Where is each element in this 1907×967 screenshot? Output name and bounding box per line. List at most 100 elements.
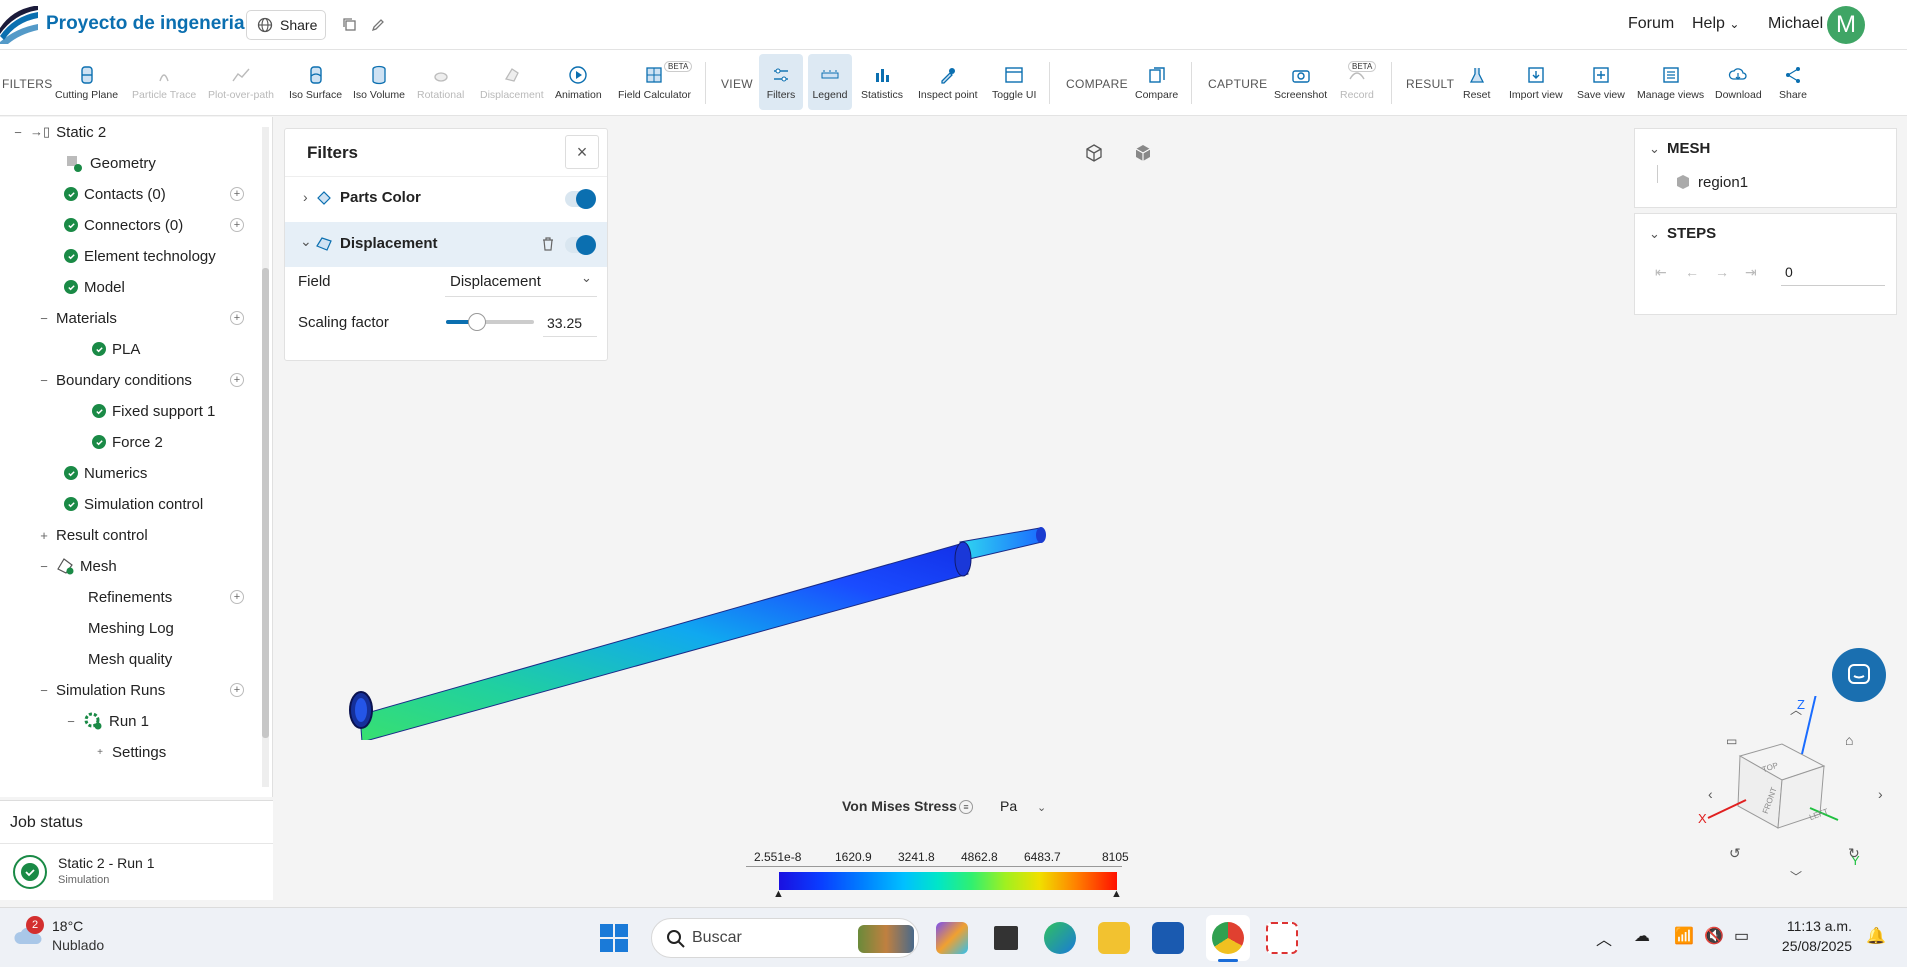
tree-item-contacts[interactable]: Contacts (0) bbox=[64, 179, 166, 209]
inspect-point-button[interactable]: Inspect point bbox=[918, 54, 978, 110]
add-contact-button[interactable]: + bbox=[230, 187, 244, 201]
share-result-button[interactable]: Share bbox=[1779, 54, 1807, 110]
next-step-icon[interactable]: → bbox=[1715, 264, 1729, 280]
help-menu[interactable]: Help ⌄ bbox=[1692, 15, 1739, 33]
manage-views-button[interactable]: Manage views bbox=[1637, 54, 1704, 110]
filters-button[interactable]: Filters bbox=[759, 54, 803, 110]
statistics-button[interactable]: Statistics bbox=[861, 54, 903, 110]
compare-button[interactable]: Compare bbox=[1135, 54, 1178, 110]
animation-button[interactable]: Animation bbox=[555, 54, 602, 110]
project-title[interactable]: Proyecto de ingeneria 1 bbox=[46, 13, 260, 35]
avatar[interactable]: M bbox=[1827, 6, 1865, 44]
tree-item-refinements[interactable]: Refinements bbox=[88, 582, 172, 612]
terminal-icon[interactable] bbox=[990, 922, 1022, 954]
share-button[interactable]: Share bbox=[246, 10, 326, 40]
wifi-icon[interactable]: 📶 bbox=[1674, 926, 1694, 946]
rotate-ccw-icon[interactable]: ↺ bbox=[1729, 845, 1741, 862]
step-input[interactable]: 0 bbox=[1781, 256, 1885, 286]
tree-item-materials[interactable]: − Materials bbox=[38, 303, 117, 333]
chevron-down-icon[interactable]: ⌄ bbox=[1649, 141, 1660, 157]
iso-volume-button[interactable]: Iso Volume bbox=[353, 54, 405, 110]
user-name[interactable]: Michael bbox=[1768, 15, 1823, 33]
scaling-factor-input[interactable]: 33.25 bbox=[543, 307, 597, 337]
rotational-button[interactable]: Rotational bbox=[417, 54, 464, 110]
legend-settings-icon[interactable]: ≡ bbox=[959, 800, 973, 814]
tree-item-static[interactable]: − →▯ Static 2 bbox=[12, 117, 106, 147]
battery-icon[interactable]: ▭ bbox=[1734, 926, 1749, 946]
reset-button[interactable]: Reset bbox=[1463, 54, 1490, 110]
rotate-right-icon[interactable]: › bbox=[1878, 786, 1883, 802]
tree-item-pla[interactable]: PLA bbox=[92, 334, 140, 364]
tree-item-result-control[interactable]: + Result control bbox=[38, 520, 148, 550]
scaling-slider-thumb[interactable] bbox=[467, 313, 486, 331]
last-step-icon[interactable]: ⇥ bbox=[1745, 264, 1757, 281]
chat-button[interactable] bbox=[1832, 648, 1886, 702]
save-view-button[interactable]: Save view bbox=[1577, 54, 1625, 110]
screenshot-button[interactable]: Screenshot bbox=[1274, 54, 1327, 110]
displacement-button[interactable]: Displacement bbox=[480, 54, 544, 110]
simscale-logo[interactable] bbox=[0, 6, 38, 44]
iso-surface-button[interactable]: Iso Surface bbox=[289, 54, 342, 110]
add-run-button[interactable]: + bbox=[230, 683, 244, 697]
copilot-icon[interactable] bbox=[936, 922, 968, 954]
add-boundary-condition-button[interactable]: + bbox=[230, 373, 244, 387]
legend-max-handle[interactable]: ▲ bbox=[1111, 888, 1122, 900]
duplicate-icon[interactable] bbox=[341, 16, 359, 34]
tree-item-mesh-quality[interactable]: Mesh quality bbox=[88, 644, 172, 674]
tree-item-model[interactable]: Model bbox=[64, 272, 125, 302]
legend-min-handle[interactable]: ▲ bbox=[773, 888, 784, 900]
tray-chevron-up-icon[interactable]: ︿ bbox=[1596, 926, 1612, 950]
perspective-cube-icon[interactable] bbox=[1083, 142, 1105, 164]
displacement-row[interactable]: ⌄ Displacement bbox=[285, 222, 607, 267]
tree-item-settings[interactable]: + Settings bbox=[94, 737, 166, 767]
legend-button[interactable]: Legend bbox=[808, 54, 852, 110]
camera-view-icon[interactable]: ▭ bbox=[1726, 734, 1737, 748]
tree-item-geometry[interactable]: Geometry bbox=[64, 148, 156, 178]
download-button[interactable]: Download bbox=[1715, 54, 1762, 110]
viewcube[interactable] bbox=[1690, 696, 1890, 896]
clock-time[interactable]: 11:13 a.m. bbox=[1770, 918, 1852, 934]
first-step-icon[interactable]: ⇤ bbox=[1655, 264, 1667, 281]
field-select[interactable]: Displacement ⌄ bbox=[445, 267, 597, 297]
particle-trace-button[interactable]: Particle Trace bbox=[132, 54, 196, 110]
parts-color-toggle[interactable] bbox=[565, 189, 596, 209]
tree-item-meshing-log[interactable]: Meshing Log bbox=[88, 613, 174, 643]
tree-item-numerics[interactable]: Numerics bbox=[64, 458, 147, 488]
windows-start-icon[interactable] bbox=[598, 922, 630, 954]
bell-icon[interactable]: 🔔 bbox=[1866, 926, 1886, 946]
add-refinement-button[interactable]: + bbox=[230, 590, 244, 604]
add-material-button[interactable]: + bbox=[230, 311, 244, 325]
weather-temp[interactable]: 18°C bbox=[52, 918, 83, 934]
toggle-ui-button[interactable]: Toggle UI bbox=[992, 54, 1036, 110]
rotate-cw-icon[interactable]: ↻ bbox=[1848, 845, 1860, 862]
clock-date[interactable]: 25/08/2025 bbox=[1770, 938, 1852, 954]
region-label[interactable]: region1 bbox=[1698, 174, 1748, 191]
edge-icon[interactable] bbox=[1044, 922, 1076, 954]
tree-item-force[interactable]: Force 2 bbox=[92, 427, 163, 457]
close-filters-button[interactable]: × bbox=[565, 135, 599, 169]
solid-cube-icon[interactable] bbox=[1132, 142, 1154, 164]
displacement-toggle[interactable] bbox=[565, 235, 596, 255]
chrome-icon[interactable] bbox=[1212, 922, 1244, 954]
tree-item-simulation-runs[interactable]: − Simulation Runs bbox=[38, 675, 165, 705]
rotate-up-icon[interactable]: ︿ bbox=[1790, 701, 1802, 718]
store-icon[interactable] bbox=[1152, 922, 1184, 954]
volume-muted-icon[interactable]: 🔇 bbox=[1704, 926, 1724, 946]
plot-over-path-button[interactable]: Plot-over-path bbox=[208, 54, 274, 110]
taskbar-search[interactable]: Buscar bbox=[651, 918, 919, 958]
tree-item-fixed-support[interactable]: Fixed support 1 bbox=[92, 396, 215, 426]
tree-item-run1[interactable]: − Run 1 bbox=[65, 706, 149, 736]
pencil-icon[interactable] bbox=[369, 16, 387, 34]
add-connector-button[interactable]: + bbox=[230, 218, 244, 232]
legend-unit-select[interactable]: Pa ⌄ bbox=[1000, 798, 1046, 814]
tree-item-element-technology[interactable]: Element technology bbox=[64, 241, 216, 271]
model-viewport[interactable] bbox=[340, 520, 1060, 740]
job-name[interactable]: Static 2 - Run 1 bbox=[58, 855, 155, 871]
home-icon[interactable]: ⌂ bbox=[1845, 732, 1853, 748]
tree-scrollbar-thumb[interactable] bbox=[262, 268, 269, 738]
import-view-button[interactable]: Import view bbox=[1509, 54, 1563, 110]
tree-item-simulation-control[interactable]: Simulation control bbox=[64, 489, 203, 519]
file-explorer-icon[interactable] bbox=[1098, 922, 1130, 954]
prev-step-icon[interactable]: ← bbox=[1685, 264, 1699, 280]
rotate-down-icon[interactable]: ﹀ bbox=[1790, 868, 1802, 885]
